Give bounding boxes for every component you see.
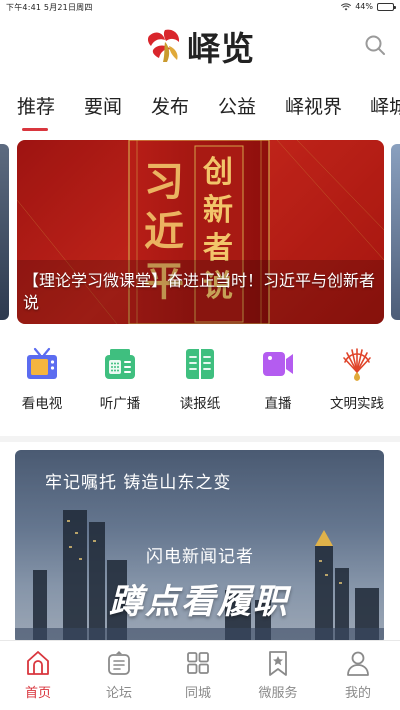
civilization-emblem-icon	[343, 348, 371, 381]
nav-services-label: 微服务	[258, 686, 298, 701]
tab-charity[interactable]: 公益	[218, 92, 256, 119]
feature-card-headline: 蹲点看履职	[109, 582, 289, 622]
active-tab-indicator	[22, 128, 48, 131]
nav-services[interactable]: 微服务	[248, 649, 308, 701]
tab-headlines[interactable]: 要闻	[84, 92, 122, 119]
feature-card[interactable]: 牢记嘱托 铸造山东之变 闪电新闻记者 蹲点看履职	[15, 450, 384, 644]
battery-icon	[377, 2, 396, 11]
app-header: 峄览	[0, 14, 400, 78]
hero-bg-char-4: 创	[202, 155, 233, 190]
home-icon	[27, 651, 49, 675]
newspaper-icon	[186, 349, 214, 379]
quick-menu-radio[interactable]: 听广播	[85, 346, 155, 412]
wifi-icon	[341, 2, 352, 10]
tab-recommend[interactable]: 推荐	[17, 92, 55, 119]
hero-bg-char-5: 新	[203, 193, 233, 228]
quick-menu-civilization-label: 文明实践	[330, 396, 384, 412]
app-name: 峄览	[187, 29, 255, 68]
quick-menu-newspaper-label: 读报纸	[179, 396, 221, 412]
channel-tabs: 推荐 要闻 发布 公益 峄视界 峄城	[0, 88, 400, 128]
nav-profile[interactable]: 我的	[328, 649, 388, 701]
forum-icon	[108, 651, 130, 675]
video-camera-icon	[263, 352, 293, 376]
feature-card-overline: 闪电新闻记者	[146, 547, 254, 567]
carousel-next-slide[interactable]	[391, 144, 400, 320]
nav-local[interactable]: 同城	[168, 649, 228, 701]
nav-profile-label: 我的	[344, 686, 371, 701]
radio-icon	[105, 349, 135, 379]
status-indicators: 44%	[341, 2, 396, 11]
quick-menu-tv[interactable]: 看电视	[7, 346, 77, 412]
app-logo: 峄览	[145, 22, 255, 70]
quick-menu-civilization[interactable]: 文明实践	[322, 346, 392, 412]
hero-bg-char-1: 习	[144, 158, 184, 205]
user-icon	[347, 651, 369, 676]
nav-home[interactable]: 首页	[8, 649, 68, 701]
search-button[interactable]	[364, 34, 386, 56]
tab-yicheng[interactable]: 峄城	[370, 92, 400, 119]
tv-icon	[27, 347, 57, 379]
quick-menu-tv-label: 看电视	[21, 396, 63, 412]
hero-banner[interactable]: 习 近 平 创 新 者 说 【理论学习微课堂】奋进正当时！习近平与创新者说	[17, 140, 384, 324]
battery-percent: 44%	[355, 2, 373, 11]
nav-forum[interactable]: 论坛	[89, 649, 149, 701]
status-time-date: 下午4:41 5月21日周四	[6, 3, 93, 12]
carousel-prev-slide[interactable]	[0, 144, 9, 320]
brand-logo-icon	[147, 29, 180, 62]
bottom-nav: 首页 论坛 同城 微服务 我的	[0, 640, 400, 710]
section-divider	[0, 436, 400, 442]
tab-publish[interactable]: 发布	[151, 92, 189, 119]
quick-menu-live-label: 直播	[264, 396, 292, 412]
status-bar: 下午4:41 5月21日周四 44%	[0, 0, 400, 14]
nav-local-label: 同城	[184, 686, 211, 701]
bookmark-star-icon	[269, 651, 287, 676]
quick-menu-newspaper[interactable]: 读报纸	[165, 346, 235, 412]
grid-icon	[187, 652, 209, 674]
tab-yi-vision[interactable]: 峄视界	[285, 92, 342, 119]
search-icon	[365, 35, 385, 55]
quick-menu-radio-label: 听广播	[99, 396, 141, 412]
quick-menu: 看电视 听广播 读报纸 直播 文明实践	[0, 340, 400, 430]
nav-forum-label: 论坛	[105, 686, 132, 701]
quick-menu-live[interactable]: 直播	[243, 346, 313, 412]
feature-card-title: 牢记嘱托 铸造山东之变	[45, 473, 232, 493]
hero-caption: 【理论学习微课堂】奋进正当时！习近平与创新者说	[23, 271, 376, 312]
nav-home-label: 首页	[24, 686, 51, 701]
hero-bg-char-2: 近	[144, 208, 184, 255]
